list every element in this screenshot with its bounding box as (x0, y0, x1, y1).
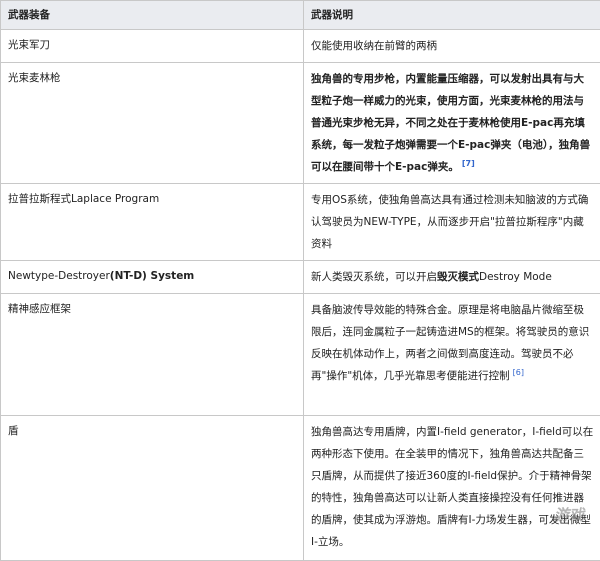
reference-link[interactable]: [7] (462, 159, 475, 168)
header-description: 武器说明 (304, 1, 600, 30)
weapons-table: 武器装备 武器说明 光束军刀 仅能使用收纳在前臂的两柄 光束麦林枪 独角兽的专用… (0, 0, 600, 561)
reference-link[interactable]: [6] (513, 368, 524, 377)
description-bold: 毁灭模式 (437, 271, 479, 283)
table-row: 拉普拉斯程式Laplace Program 专用OS系统，使独角兽高达具有通过检… (1, 184, 600, 261)
table-row: 光束军刀 仅能使用收纳在前臂的两柄 (1, 30, 600, 63)
weapon-description: 新人类毁灭系统，可以开启毁灭模式Destroy Mode (304, 261, 600, 294)
description-text-end: Destroy Mode (479, 271, 552, 283)
table-row: 光束麦林枪 独角兽的专用步枪，内置能量压缩器，可以发射出具有与大型粒子炮一样威力… (1, 63, 600, 184)
weapon-description: 独角兽高达专用盾牌，内置I-field generator，I-field可以在… (304, 416, 600, 561)
weapon-name: Newtype-Destroyer(NT-D) System (1, 261, 304, 294)
table-header-row: 武器装备 武器说明 (1, 1, 600, 30)
weapon-name: 光束军刀 (1, 30, 304, 63)
description-text: 具备脑波传导效能的特殊合金。原理是将电脑晶片微缩至极限后，连同金属粒子一起铸造进… (311, 304, 589, 382)
weapon-description: 独角兽的专用步枪，内置能量压缩器，可以发射出具有与大型粒子炮一样威力的光束，使用… (304, 63, 600, 184)
weapon-name: 精神感应框架 (1, 294, 304, 416)
header-weapon: 武器装备 (1, 1, 304, 30)
weapon-description: 仅能使用收纳在前臂的两柄 (304, 30, 600, 63)
description-text: 独角兽的专用步枪，内置能量压缩器，可以发射出具有与大型粒子炮一样威力的光束，使用… (311, 73, 590, 173)
weapon-name: 光束麦林枪 (1, 63, 304, 184)
table-row: 精神感应框架 具备脑波传导效能的特殊合金。原理是将电脑晶片微缩至极限后，连同金属… (1, 294, 600, 416)
table-row: Newtype-Destroyer(NT-D) System 新人类毁灭系统，可… (1, 261, 600, 294)
weapon-name-part: Newtype-Destroyer (8, 270, 110, 282)
table-row: 盾 独角兽高达专用盾牌，内置I-field generator，I-field可… (1, 416, 600, 561)
weapon-name: 拉普拉斯程式Laplace Program (1, 184, 304, 261)
watermark: 游戏 (554, 504, 584, 525)
weapon-name: 盾 (1, 416, 304, 561)
description-text: 新人类毁灭系统，可以开启 (311, 271, 437, 283)
weapon-description: 具备脑波传导效能的特殊合金。原理是将电脑晶片微缩至极限后，连同金属粒子一起铸造进… (304, 294, 600, 416)
weapon-name-bold: (NT-D) System (110, 270, 194, 282)
weapon-description: 专用OS系统，使独角兽高达具有通过检测未知脑波的方式确认驾驶员为NEW-TYPE… (304, 184, 600, 261)
